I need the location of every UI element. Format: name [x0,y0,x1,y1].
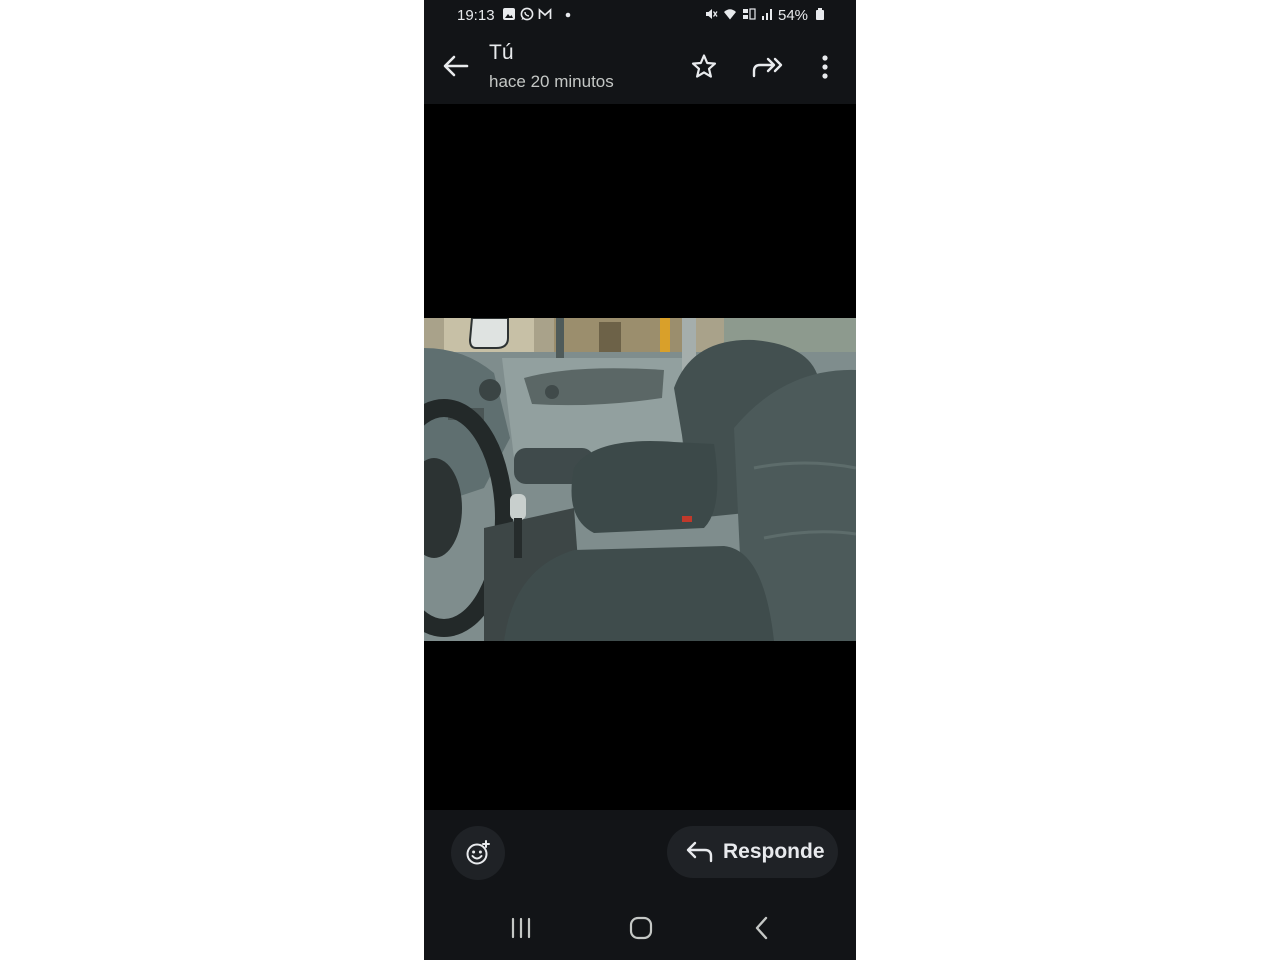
action-bar: Responde [424,810,856,896]
car-interior-photo[interactable] [424,318,856,641]
whatsapp-icon [520,7,534,21]
battery-percent: 54% [778,7,809,24]
battery-icon [816,8,824,20]
star-icon[interactable] [689,52,719,82]
signal-icon [762,9,772,20]
reply-button[interactable]: Responde [667,826,838,878]
status-bar: 19:13 54% [424,0,856,32]
status-time: 19:13 [457,7,495,24]
sender-name: Tú [489,41,514,64]
back-arrow-icon[interactable] [438,48,474,84]
navigation-bar [424,896,856,960]
top-app-bar: Tú hace 20 minutos [424,32,856,104]
reply-icon [686,841,713,863]
add-reaction-icon [466,840,490,865]
dot-icon [565,12,571,18]
mute-icon [706,9,718,19]
sent-time: hace 20 minutos [489,72,614,91]
forward-all-icon[interactable] [751,52,785,82]
phone-screen: 19:13 54% Tú hace 20 minutos Responde [424,0,856,960]
back-icon[interactable] [748,914,778,942]
add-reaction-button[interactable] [451,826,505,880]
gmail-icon [538,8,552,19]
wifi-icon [724,9,736,20]
home-icon[interactable] [626,914,656,942]
volte-icon [743,8,756,20]
image-viewer[interactable] [424,104,856,810]
more-vert-icon[interactable] [814,52,836,82]
recent-apps-icon[interactable] [506,914,536,942]
gallery-icon [503,8,515,20]
reply-label: Responde [723,840,825,863]
